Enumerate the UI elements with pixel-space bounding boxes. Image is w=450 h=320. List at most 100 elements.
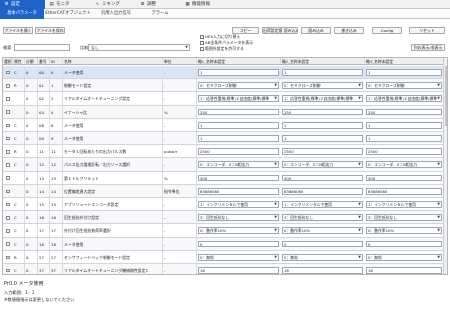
config-button[interactable]: Config [372, 27, 402, 34]
table-row[interactable]: C 0 18 18 メータ使用 -0 0 0 [3, 237, 447, 251]
cell-axis1-select[interactable]: 0：無効 ▼ [198, 253, 279, 261]
col-name[interactable]: 名称 [63, 58, 163, 64]
cell-axis3-input[interactable]: 500 [366, 174, 442, 182]
row-checkbox[interactable] [6, 268, 10, 273]
cell-axis3-select[interactable]: 0：無効 ▼ [366, 253, 442, 261]
cell-axis1-input[interactable]: 0 [198, 240, 279, 248]
factory-reset-button[interactable]: 出荷設定値 読み込み [262, 27, 298, 34]
cell-axis1-select[interactable]: 0：セミクローズ制御 ▼ [198, 82, 279, 90]
row-checkbox[interactable] [6, 149, 10, 154]
row-checkbox[interactable] [6, 202, 10, 207]
cell-axis3-input[interactable]: 1 [366, 69, 442, 76]
column-visibility-button[interactable]: 列の表示/非表示 [411, 44, 445, 51]
save-file-button[interactable]: ファイルを保存 [35, 27, 65, 34]
tab-info[interactable]: ▦ 機能情報 [181, 0, 231, 9]
cell-axis1-select[interactable]: 0：エンコーダ、Z＝B相出力 ▼ [198, 161, 279, 169]
cell-axis2-select[interactable]: 1：インクリメンタルで使用 ▼ [282, 201, 363, 208]
cell-axis3-select[interactable]: 0：動作率10% ▼ [366, 227, 442, 235]
read-button[interactable]: 読み込み [301, 27, 331, 34]
write-button[interactable]: 書き込み [334, 27, 364, 34]
cell-axis2-select[interactable]: 0：無効 ▼ [282, 253, 363, 261]
table-row[interactable]: C 0 17 17 外付け回生抵抗負荷率選択 -0：動作率10% ▼ 0：動作率10% ▼ 0：動… [3, 224, 447, 238]
table-row[interactable]: 0 02 2 リアルタイムオートチューニング設定 -1：応答性重視(標準)２自由度(標準… [3, 92, 447, 106]
row-checkbox[interactable] [6, 163, 10, 167]
cell-axis2-input[interactable]: 1 [282, 69, 363, 76]
table-row[interactable]: C 0 16 16 回生抵抗外付け設定 -3：回生抵抗なし ▼ 3：回生抵抗なし ▼ 3：回生抵抗… [3, 211, 447, 225]
cell-axis2-input[interactable]: 83886080 [282, 187, 363, 195]
row-checkbox[interactable] [6, 83, 10, 88]
table-row[interactable]: C 0 15 15 アブソリュートエンコーダ設定 -1：インクリメンタルで使用 ▼ 1：インク… [3, 198, 447, 212]
cell-axis2-input[interactable]: 250 [282, 108, 363, 116]
subtab-alarm[interactable]: アラーム [140, 9, 180, 19]
reset-button[interactable]: リセット [409, 27, 445, 34]
cell-axis2-input[interactable]: 0 [282, 240, 363, 248]
cell-axis1-input[interactable]: 1 [198, 69, 279, 76]
table-row[interactable]: 0 13 13 第１トルクリミット% 500 500 500 [3, 171, 447, 185]
search-input[interactable] [14, 44, 70, 51]
cell-axis1-input[interactable]: 83886080 [198, 187, 279, 195]
table-row[interactable]: C 0 37 37 リアルタイムオートチューニング機械剛性設定1-16 16 16 [3, 264, 447, 274]
cell-axis3-select[interactable]: 1：インクリメンタルで使用 ▼ [366, 201, 442, 208]
cell-axis2-select[interactable]: 0：動作率10% ▼ [282, 227, 363, 235]
row-checkbox[interactable] [6, 215, 10, 220]
table-row[interactable]: 0 04 4 イナーシャ比% 250 250 250 [3, 105, 447, 119]
col-select[interactable]: 選択 [3, 58, 13, 64]
cell-axis1-select[interactable]: 1：応答性重視(標準)２自由度(標準)標準 ▼ [198, 95, 279, 103]
table-row[interactable]: C 0 08 8 メータ使用 -1 1 1 [3, 118, 447, 132]
row-checkbox[interactable] [6, 123, 10, 128]
all-params-checkbox[interactable] [200, 41, 204, 45]
col-axis3[interactable]: 軸3_名称未設定 [365, 58, 445, 64]
cell-axis3-input[interactable]: 2500 [366, 148, 442, 156]
row-checkbox[interactable] [6, 229, 10, 233]
cell-axis3-input[interactable]: 83886080 [366, 187, 442, 195]
col-number[interactable]: 番号 [38, 58, 50, 64]
cell-axis3-input[interactable]: 16 [366, 267, 442, 274]
cell-axis1-input[interactable]: 2500 [198, 148, 279, 156]
row-checkbox[interactable] [6, 176, 10, 180]
open-file-button[interactable]: ファイルを開く [3, 27, 33, 34]
cell-axis3-select[interactable]: 0：セミクローズ制御 ▼ [366, 82, 442, 90]
table-row[interactable]: R 0 27 27 センサフィードバック制御モード設定 -0：無効 ▼ 0：無効 ▼ 0：無効 ▼ [3, 250, 447, 264]
vertical-scrollbar[interactable] [443, 58, 447, 274]
copy-button[interactable]: コピー [232, 27, 259, 34]
cell-axis1-input[interactable]: 500 [198, 174, 279, 182]
cell-axis3-select[interactable]: 0：エンコーダ、Z＝B相出力 ▼ [366, 161, 442, 169]
col-attr[interactable]: 属性 [13, 58, 25, 64]
row-checkbox[interactable] [6, 189, 10, 194]
table-row[interactable]: C 0 00 0 メータ使用 -1 1 1 [3, 66, 447, 80]
cell-axis3-input[interactable]: 1 [366, 135, 442, 142]
subtab-basic-params[interactable]: 基本パラメータ [0, 9, 44, 19]
compare-select[interactable]: なし ▼ [88, 44, 190, 51]
col-axis2[interactable]: 軸2_名称未設定 [281, 58, 365, 64]
cell-axis3-select[interactable]: 3：回生抵抗なし ▼ [366, 214, 442, 222]
row-checkbox[interactable] [6, 97, 10, 101]
table-row[interactable]: R 0 01 1 制御モード設定 -0：セミクローズ制御 ▼ 0：セミクローズ制御 ▼ 0：セミク… [3, 79, 447, 93]
row-checkbox[interactable] [6, 110, 10, 114]
range-toggle[interactable]: 範囲外設定を許可する [200, 46, 244, 52]
cell-axis3-select[interactable]: 1：応答性重視(標準)２自由度(標準)標準 ▼ [366, 95, 442, 103]
range-checkbox[interactable] [200, 47, 204, 51]
cell-axis1-input[interactable]: 1 [198, 135, 279, 142]
col-id[interactable]: ID [50, 58, 63, 64]
subtab-ethercat[interactable]: EtherCATオブジェクト [44, 9, 92, 19]
cell-axis1-select[interactable]: 1：インクリメンタルで使用 ▼ [198, 201, 279, 208]
row-checkbox[interactable] [6, 70, 10, 75]
tab-settings[interactable]: ⚙ 設定 [0, 0, 45, 9]
cell-axis3-input[interactable]: 250 [366, 108, 442, 116]
cell-axis2-select[interactable]: 0：セミクローズ制御 ▼ [282, 82, 363, 90]
cell-axis1-select[interactable]: 0：動作率10% ▼ [198, 227, 279, 235]
tab-tune[interactable]: ⊞ 調整 [136, 0, 181, 9]
cell-axis2-select[interactable]: 0：エンコーダ、Z＝B相出力 ▼ [282, 161, 363, 169]
cell-axis3-input[interactable]: 0 [366, 240, 442, 248]
cell-axis2-input[interactable]: 2500 [282, 148, 363, 156]
tab-monitor[interactable]: ▤ モニタ [45, 0, 91, 9]
cell-axis2-input[interactable]: 1 [282, 135, 363, 142]
scrollbar-thumb[interactable] [444, 66, 447, 126]
col-class[interactable]: 分類 [25, 58, 38, 64]
subtab-io-signals[interactable]: 汎用入出力信号 [92, 9, 140, 19]
cell-axis2-input[interactable]: 500 [282, 174, 363, 182]
cell-axis2-input[interactable]: 1 [282, 121, 363, 129]
cell-axis2-input[interactable]: 16 [282, 267, 363, 274]
row-checkbox[interactable] [6, 242, 10, 246]
cell-axis1-input[interactable]: 16 [198, 267, 279, 274]
